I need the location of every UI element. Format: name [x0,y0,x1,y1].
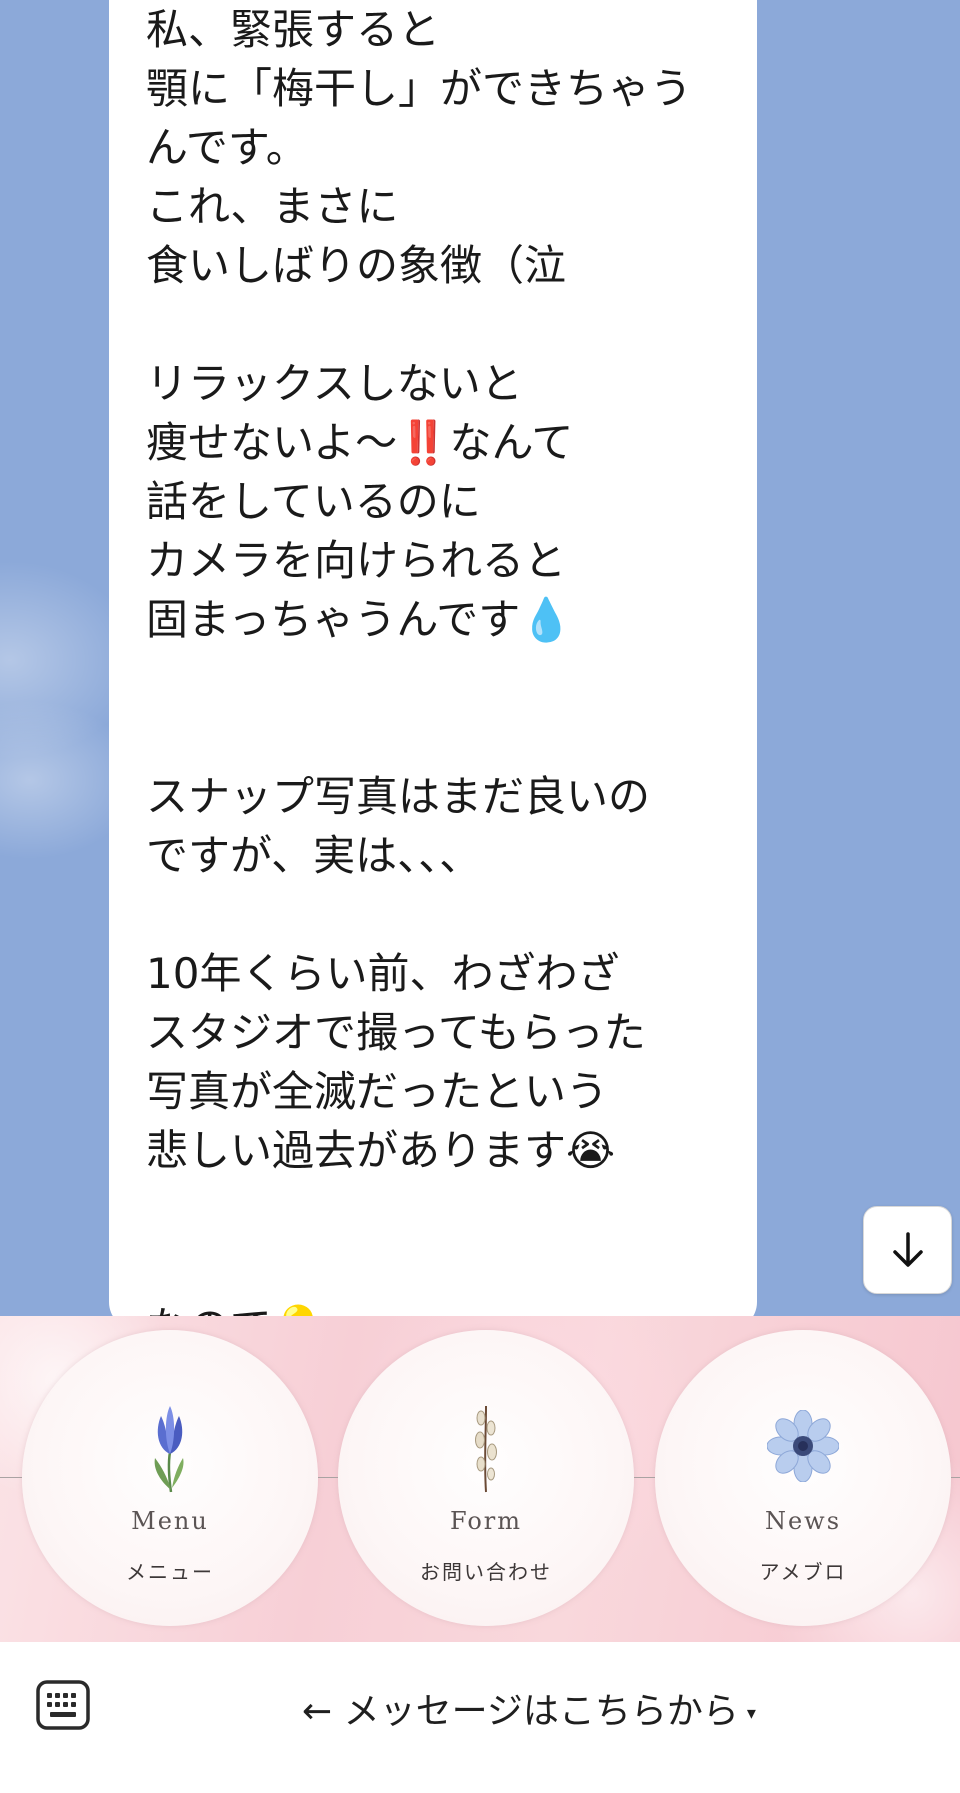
message-line: 悲しい過去があります😭 [146,1126,616,1175]
message-line [146,885,721,944]
rich-menu-title: Menu [131,1507,209,1535]
message-line: 固まっちゃうんです💧 [146,595,573,644]
message-line [146,1180,721,1239]
rich-menu-item-news[interactable]: News アメブロ [655,1330,951,1626]
message-line: スナップ写真はまだ良いの [146,772,651,821]
rich-menu-item-menu[interactable]: Menu メニュー [22,1330,318,1626]
message-line: スタジオで撮ってもらった [146,1008,646,1057]
message-line: これ、まさに [146,182,399,231]
message-line [146,708,721,767]
message-line: ですが、実は、、、 [146,831,482,880]
scroll-to-bottom-button[interactable] [863,1206,952,1294]
caret-down-icon: ▾ [746,1703,756,1724]
message-line: 10年くらい前、わざわざ [146,949,620,998]
arrow-down-icon [892,1232,923,1267]
message-line: 顎に「梅干し」ができちゃう [146,64,693,113]
rich-menu-subtitle: アメブロ [759,1560,847,1584]
crocus-flower-icon [154,1406,184,1493]
message-line: 写真が全滅だったという [146,1067,609,1116]
message-line [146,1239,721,1298]
anemone-flower-icon [767,1410,839,1482]
message-line [146,649,721,708]
rich-menu-subtitle: お問い合わせ [420,1560,552,1584]
rich-menu-toggle-label: ← メッセージはこちらから [302,1691,739,1732]
rich-menu-title: News [764,1507,842,1535]
message-line: リラックスしないと [146,359,523,408]
message-line: 食いしばりの象徴（泣 [146,241,567,290]
bottom-bar: ← メッセージはこちらから ▾ [0,1642,960,1793]
message-line: なので💡 [146,1298,721,1316]
message-line [146,295,721,354]
message-line: カメラを向けられると [146,536,567,585]
rich-menu-title: Form [449,1507,523,1535]
rich-menu: Menu メニュー Form お問い合わせ News アメブロ [0,1316,960,1642]
message-line: 話をしているのに [146,477,481,526]
chat-area[interactable]: 私、緊張すると 顎に「梅干し」ができちゃう んです。 これ、まさに 食いしばりの… [0,0,960,1316]
message-line: 痩せないよ〜‼️なんて [146,418,574,467]
willow-branch-icon [475,1405,497,1493]
message-bubble[interactable]: 私、緊張すると 顎に「梅干し」ができちゃう んです。 これ、まさに 食いしばりの… [109,0,757,1316]
message-line: んです。 [146,123,308,172]
rich-menu-item-form[interactable]: Form お問い合わせ [338,1330,634,1626]
message-line: 私、緊張すると [146,5,441,54]
rich-menu-toggle[interactable]: ← メッセージはこちらから ▾ [0,1682,960,1734]
rich-menu-subtitle: メニュー [126,1560,214,1584]
